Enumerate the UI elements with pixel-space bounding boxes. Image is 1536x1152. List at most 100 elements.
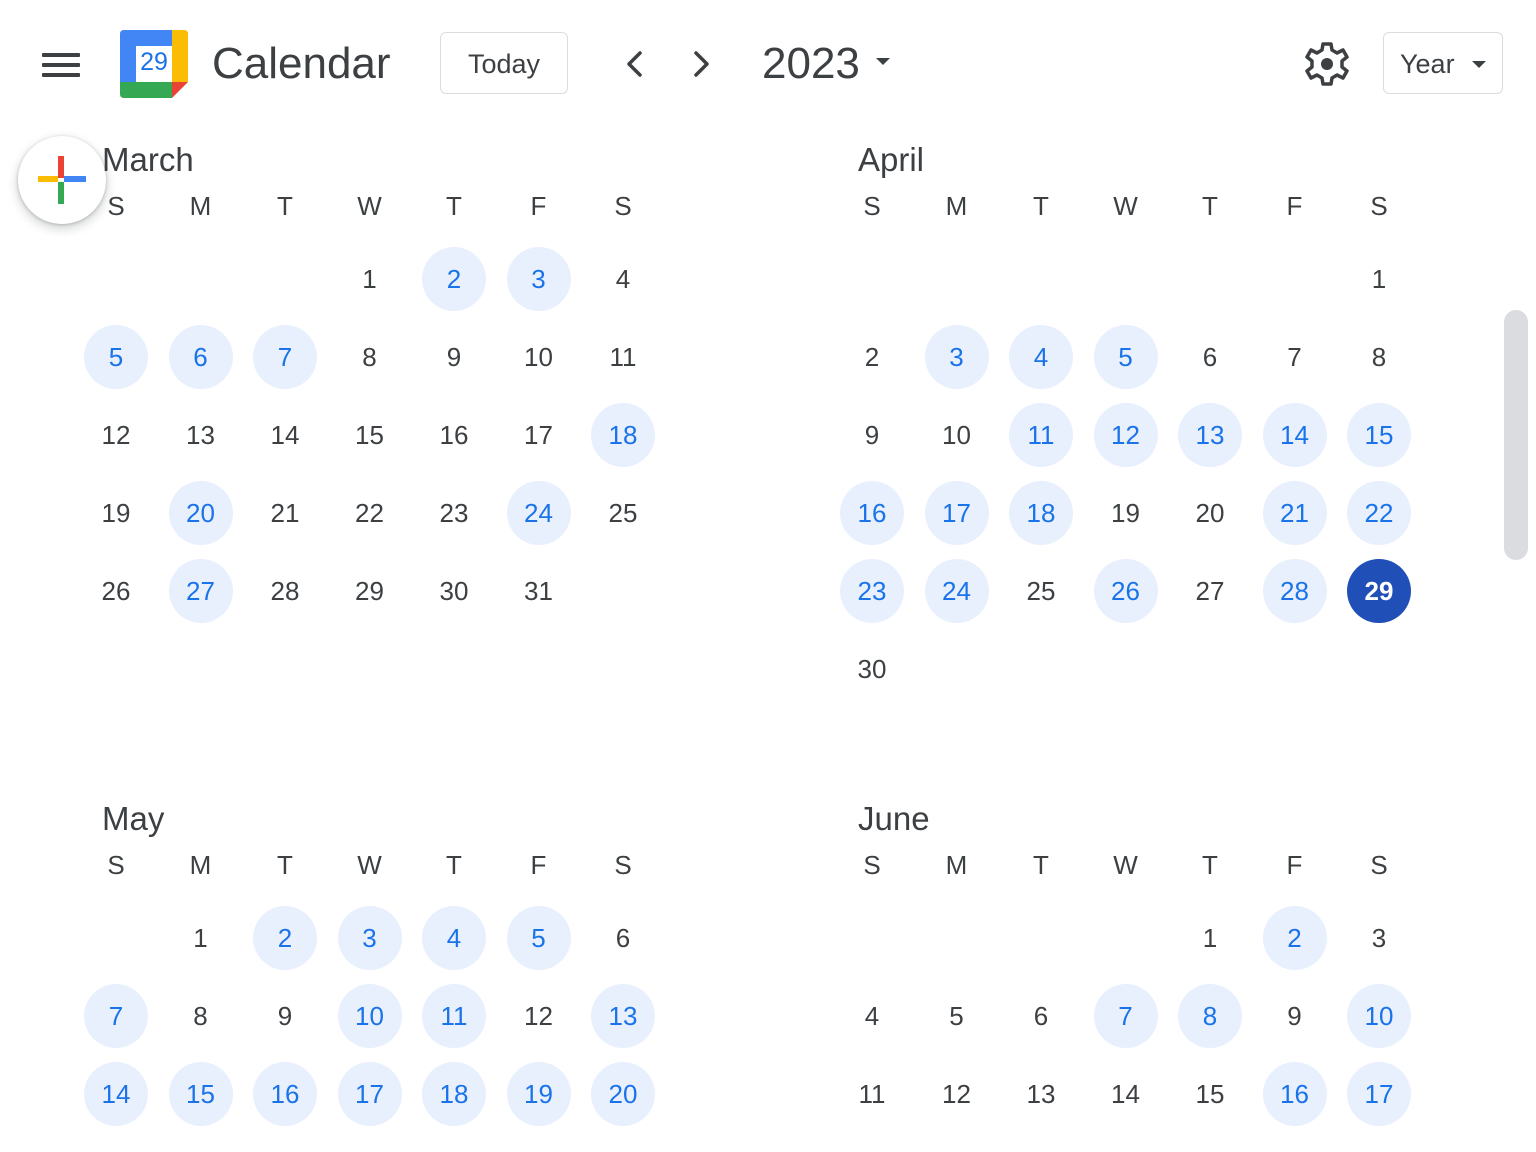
day-cell[interactable]: 2 — [422, 247, 486, 311]
day-cell[interactable]: 19 — [84, 481, 148, 545]
day-cell[interactable]: 13 — [1009, 1062, 1073, 1126]
day-cell[interactable]: 3 — [506, 247, 571, 311]
day-cell[interactable]: 13 — [169, 403, 233, 467]
day-cell[interactable]: 10 — [507, 325, 571, 389]
day-cell[interactable]: 7 — [1263, 325, 1327, 389]
day-cell[interactable]: 30 — [422, 559, 486, 623]
day-cell[interactable]: 29 — [338, 559, 402, 623]
day-cell[interactable]: 14 — [1094, 1062, 1158, 1126]
day-cell[interactable]: 7 — [84, 984, 148, 1048]
day-cell[interactable]: 4 — [422, 906, 486, 970]
day-cell[interactable]: 7 — [1093, 984, 1158, 1048]
day-cell[interactable]: 27 — [168, 559, 233, 623]
day-cell[interactable]: 15 — [338, 403, 402, 467]
day-cell[interactable]: 8 — [169, 984, 233, 1048]
day-cell[interactable]: 5 — [84, 325, 148, 389]
day-cell[interactable]: 20 — [1178, 481, 1242, 545]
day-cell[interactable]: 15 — [1178, 1062, 1242, 1126]
day-cell[interactable]: 14 — [1262, 403, 1327, 467]
settings-button[interactable] — [1303, 40, 1351, 88]
day-cell[interactable]: 26 — [84, 559, 148, 623]
day-cell[interactable]: 1 — [338, 247, 402, 311]
day-cell[interactable]: 9 — [422, 325, 486, 389]
day-cell[interactable]: 5 — [925, 984, 989, 1048]
day-cell[interactable]: 12 — [84, 403, 148, 467]
month-title[interactable]: May — [102, 797, 164, 841]
day-cell[interactable]: 15 — [1347, 403, 1411, 467]
day-cell[interactable]: 2 — [253, 906, 317, 970]
month-title[interactable]: March — [102, 138, 194, 182]
day-cell[interactable]: 14 — [84, 1062, 148, 1126]
day-cell[interactable]: 10 — [1347, 984, 1411, 1048]
day-cell[interactable]: 19 — [1094, 481, 1158, 545]
day-cell[interactable]: 1 — [1178, 906, 1242, 970]
day-cell[interactable]: 22 — [1347, 481, 1411, 545]
day-cell[interactable]: 6 — [168, 325, 233, 389]
day-cell[interactable]: 3 — [924, 325, 989, 389]
day-cell[interactable]: 14 — [253, 403, 317, 467]
day-cell[interactable]: 16 — [840, 481, 904, 545]
view-switcher-button[interactable]: Year — [1383, 32, 1503, 94]
day-cell[interactable]: 5 — [1093, 325, 1158, 389]
month-title[interactable]: June — [858, 797, 930, 841]
day-cell[interactable]: 10 — [925, 403, 989, 467]
day-cell[interactable]: 20 — [591, 1062, 655, 1126]
day-cell[interactable]: 28 — [1262, 559, 1327, 623]
day-cell[interactable]: 9 — [840, 403, 904, 467]
day-cell[interactable]: 18 — [422, 1062, 486, 1126]
day-cell[interactable]: 16 — [1262, 1062, 1327, 1126]
day-cell[interactable]: 7 — [253, 325, 317, 389]
day-cell[interactable]: 18 — [1009, 481, 1073, 545]
day-cell[interactable]: 9 — [253, 984, 317, 1048]
day-cell[interactable]: 16 — [253, 1062, 317, 1126]
day-cell[interactable]: 20 — [168, 481, 233, 545]
year-picker[interactable]: 2023 — [762, 34, 860, 94]
day-cell[interactable]: 6 — [1009, 984, 1073, 1048]
day-cell[interactable]: 26 — [1093, 559, 1158, 623]
day-cell[interactable]: 13 — [591, 984, 655, 1048]
day-cell[interactable]: 27 — [1178, 559, 1242, 623]
day-cell[interactable]: 24 — [924, 559, 989, 623]
day-cell[interactable]: 4 — [840, 984, 904, 1048]
day-cell[interactable]: 23 — [422, 481, 486, 545]
day-cell[interactable]: 1 — [169, 906, 233, 970]
day-cell[interactable]: 8 — [1347, 325, 1411, 389]
day-cell-today[interactable]: 29 — [1347, 559, 1411, 623]
day-cell[interactable]: 17 — [924, 481, 989, 545]
day-cell[interactable]: 13 — [1178, 403, 1242, 467]
day-cell[interactable]: 17 — [507, 403, 571, 467]
vertical-scrollbar[interactable] — [1504, 310, 1528, 560]
day-cell[interactable]: 21 — [253, 481, 317, 545]
month-title[interactable]: April — [858, 138, 924, 182]
day-cell[interactable]: 21 — [1262, 481, 1327, 545]
main-menu-button[interactable] — [38, 44, 86, 84]
day-cell[interactable]: 2 — [840, 325, 904, 389]
previous-period-button[interactable] — [610, 40, 658, 88]
day-cell[interactable]: 1 — [1347, 247, 1411, 311]
day-cell[interactable]: 12 — [507, 984, 571, 1048]
day-cell[interactable]: 4 — [1009, 325, 1073, 389]
day-cell[interactable]: 11 — [591, 325, 655, 389]
caret-down-icon[interactable] — [876, 58, 890, 65]
day-cell[interactable]: 15 — [168, 1062, 233, 1126]
day-cell[interactable]: 3 — [337, 906, 402, 970]
day-cell[interactable]: 24 — [506, 481, 571, 545]
day-cell[interactable]: 11 — [1009, 403, 1073, 467]
day-cell[interactable]: 23 — [840, 559, 904, 623]
day-cell[interactable]: 22 — [338, 481, 402, 545]
day-cell[interactable]: 8 — [338, 325, 402, 389]
day-cell[interactable]: 3 — [1347, 906, 1411, 970]
today-button[interactable]: Today — [440, 32, 568, 94]
day-cell[interactable]: 17 — [1347, 1062, 1411, 1126]
day-cell[interactable]: 25 — [591, 481, 655, 545]
day-cell[interactable]: 18 — [591, 403, 655, 467]
day-cell[interactable]: 12 — [925, 1062, 989, 1126]
day-cell[interactable]: 19 — [506, 1062, 571, 1126]
day-cell[interactable]: 28 — [253, 559, 317, 623]
day-cell[interactable]: 8 — [1178, 984, 1242, 1048]
day-cell[interactable]: 12 — [1093, 403, 1158, 467]
day-cell[interactable]: 6 — [591, 906, 655, 970]
day-cell[interactable]: 2 — [1262, 906, 1327, 970]
day-cell[interactable]: 6 — [1178, 325, 1242, 389]
day-cell[interactable]: 10 — [337, 984, 402, 1048]
